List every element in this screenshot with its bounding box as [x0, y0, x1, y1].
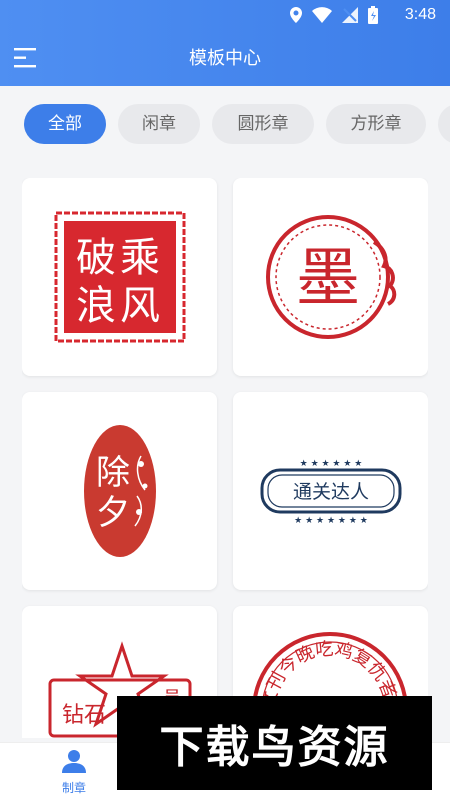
template-card[interactable]: 除 夕 — [22, 392, 217, 590]
status-icons — [290, 6, 378, 24]
seal-char: 破 — [76, 235, 116, 281]
tab-square-seal[interactable]: 方形章 — [326, 104, 426, 144]
wifi-icon — [312, 7, 332, 23]
seal-char: 夕 — [96, 493, 130, 533]
star-row: ★ ★ ★ ★ ★ ★ — [299, 459, 362, 469]
seal-image: 墨 — [265, 215, 396, 339]
template-card[interactable]: 乘 破 风 浪 — [22, 178, 217, 376]
tab-more[interactable] — [438, 104, 450, 144]
seal-char: 乘 — [120, 235, 160, 281]
seal-image: 乘 破 风 浪 — [54, 211, 185, 343]
template-grid: 乘 破 风 浪 墨 除 夕 ★ ★ ★ ★ ★ ★ ★ ★ ★ ★ ★ ★ ★ … — [22, 178, 428, 738]
star-row: ★ ★ ★ ★ ★ ★ ★ — [294, 516, 368, 526]
battery-icon — [368, 6, 378, 24]
seal-text: 通关达人 — [292, 481, 368, 503]
nav-label: 制章 — [61, 781, 86, 795]
category-tabs: 全部 闲章 圆形章 方形章 — [24, 104, 450, 144]
template-card[interactable]: 墨 — [233, 178, 428, 376]
seal-char: 浪 — [76, 283, 116, 329]
seal-char: 除 — [96, 453, 130, 493]
page-title: 模板中心 — [189, 48, 261, 69]
nav-make-seal[interactable]: 制章 — [44, 749, 104, 796]
app-header: 3:48 模板中心 — [0, 0, 450, 86]
template-card[interactable]: ★ ★ ★ ★ ★ ★ ★ ★ ★ ★ ★ ★ ★ 通关达人 — [233, 392, 428, 590]
location-icon — [290, 7, 302, 23]
watermark: 下载鸟资源 — [117, 696, 432, 790]
status-bar: 3:48 — [0, 0, 450, 30]
seal-char: 钻石 — [62, 703, 106, 728]
status-time: 3:48 — [404, 6, 436, 23]
seal-char: 墨 — [296, 242, 360, 316]
seal-image: ★ ★ ★ ★ ★ ★ ★ ★ ★ ★ ★ ★ ★ 通关达人 — [260, 459, 401, 526]
seal-image: 除 夕 — [83, 425, 156, 557]
seal-char: 风 — [120, 283, 160, 329]
tab-all[interactable]: 全部 — [24, 104, 106, 144]
tab-round-seal[interactable]: 圆形章 — [212, 104, 314, 144]
tab-leisure-seal[interactable]: 闲章 — [118, 104, 200, 144]
user-icon — [62, 750, 86, 773]
signal-icon — [342, 7, 358, 23]
